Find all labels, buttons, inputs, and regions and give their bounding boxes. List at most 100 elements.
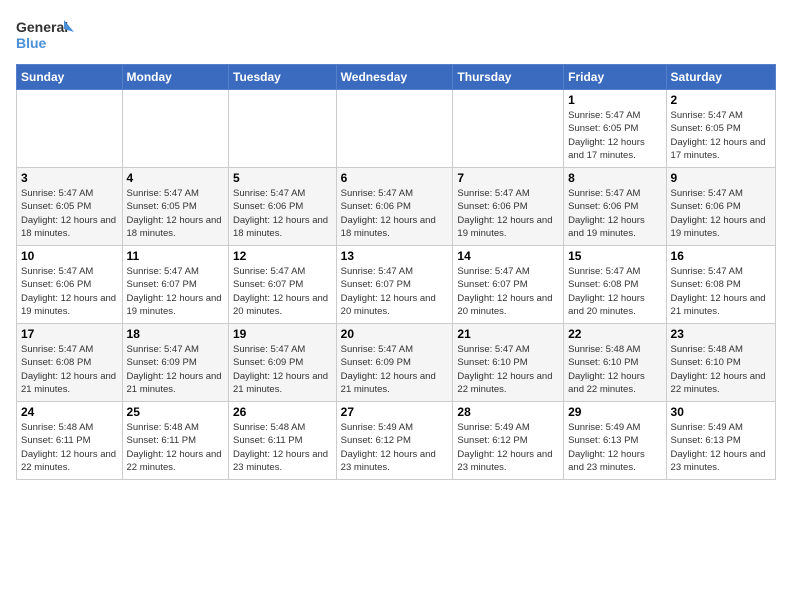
day-info: Sunrise: 5:47 AM Sunset: 6:08 PM Dayligh… [21,343,118,396]
day-number: 8 [568,171,661,185]
weekday-header-wednesday: Wednesday [336,65,453,90]
weekday-header-saturday: Saturday [666,65,775,90]
day-number: 9 [671,171,771,185]
calendar-cell: 21 Sunrise: 5:47 AM Sunset: 6:10 PM Dayli… [453,324,564,402]
calendar-cell: 17 Sunrise: 5:47 AM Sunset: 6:08 PM Dayli… [17,324,123,402]
day-info: Sunrise: 5:47 AM Sunset: 6:06 PM Dayligh… [671,187,771,240]
calendar-cell: 18 Sunrise: 5:47 AM Sunset: 6:09 PM Dayli… [122,324,228,402]
calendar-table: SundayMondayTuesdayWednesdayThursdayFrid… [16,64,776,480]
day-number: 27 [341,405,449,419]
svg-text:General: General [16,19,68,35]
day-info: Sunrise: 5:47 AM Sunset: 6:06 PM Dayligh… [233,187,332,240]
day-info: Sunrise: 5:49 AM Sunset: 6:13 PM Dayligh… [568,421,661,474]
day-number: 16 [671,249,771,263]
calendar-cell: 11 Sunrise: 5:47 AM Sunset: 6:07 PM Dayli… [122,246,228,324]
calendar-cell: 10Sunrise: 5:47 AM Sunset: 6:06 PM Dayli… [17,246,123,324]
day-info: Sunrise: 5:48 AM Sunset: 6:10 PM Dayligh… [671,343,771,396]
logo: GeneralBlue [16,16,76,52]
calendar-cell: 2Sunrise: 5:47 AM Sunset: 6:05 PM Daylig… [666,90,775,168]
day-number: 25 [127,405,224,419]
day-number: 10 [21,249,118,263]
day-number: 5 [233,171,332,185]
calendar-cell: 8 Sunrise: 5:47 AM Sunset: 6:06 PM Daylig… [564,168,666,246]
day-info: Sunrise: 5:48 AM Sunset: 6:11 PM Dayligh… [233,421,332,474]
day-number: 20 [341,327,449,341]
weekday-header-tuesday: Tuesday [229,65,337,90]
day-number: 13 [341,249,449,263]
day-info: Sunrise: 5:48 AM Sunset: 6:11 PM Dayligh… [21,421,118,474]
calendar-cell: 28 Sunrise: 5:49 AM Sunset: 6:12 PM Dayli… [453,402,564,480]
calendar-cell [17,90,123,168]
day-info: Sunrise: 5:47 AM Sunset: 6:05 PM Dayligh… [21,187,118,240]
calendar-cell [336,90,453,168]
calendar-cell: 24 Sunrise: 5:48 AM Sunset: 6:11 PM Dayli… [17,402,123,480]
header: GeneralBlue [16,16,776,52]
day-number: 15 [568,249,661,263]
day-number: 6 [341,171,449,185]
day-number: 30 [671,405,771,419]
logo-svg: GeneralBlue [16,16,76,52]
calendar-cell: 14Sunrise: 5:47 AM Sunset: 6:07 PM Dayli… [453,246,564,324]
day-number: 26 [233,405,332,419]
day-info: Sunrise: 5:47 AM Sunset: 6:06 PM Dayligh… [568,187,661,240]
calendar-cell: 9 Sunrise: 5:47 AM Sunset: 6:06 PM Daylig… [666,168,775,246]
weekday-header-sunday: Sunday [17,65,123,90]
calendar-week-row: 1Sunrise: 5:47 AM Sunset: 6:05 PM Daylig… [17,90,776,168]
day-number: 18 [127,327,224,341]
calendar-cell: 19 Sunrise: 5:47 AM Sunset: 6:09 PM Dayli… [229,324,337,402]
calendar-cell: 13Sunrise: 5:47 AM Sunset: 6:07 PM Dayli… [336,246,453,324]
day-info: Sunrise: 5:47 AM Sunset: 6:08 PM Dayligh… [568,265,661,318]
day-number: 19 [233,327,332,341]
calendar-cell: 4 Sunrise: 5:47 AM Sunset: 6:05 PM Daylig… [122,168,228,246]
calendar-cell: 27Sunrise: 5:49 AM Sunset: 6:12 PM Dayli… [336,402,453,480]
day-number: 29 [568,405,661,419]
day-number: 22 [568,327,661,341]
calendar-header-row: SundayMondayTuesdayWednesdayThursdayFrid… [17,65,776,90]
day-info: Sunrise: 5:47 AM Sunset: 6:09 PM Dayligh… [341,343,449,396]
calendar-cell: 22Sunrise: 5:48 AM Sunset: 6:10 PM Dayli… [564,324,666,402]
calendar-cell: 29 Sunrise: 5:49 AM Sunset: 6:13 PM Dayli… [564,402,666,480]
calendar-week-row: 3 Sunrise: 5:47 AM Sunset: 6:05 PM Daylig… [17,168,776,246]
day-number: 24 [21,405,118,419]
calendar-cell: 1Sunrise: 5:47 AM Sunset: 6:05 PM Daylig… [564,90,666,168]
day-number: 2 [671,93,771,107]
day-number: 28 [457,405,559,419]
calendar-cell [229,90,337,168]
svg-text:Blue: Blue [16,35,47,51]
day-info: Sunrise: 5:47 AM Sunset: 6:09 PM Dayligh… [233,343,332,396]
weekday-header-friday: Friday [564,65,666,90]
day-info: Sunrise: 5:47 AM Sunset: 6:07 PM Dayligh… [127,265,224,318]
day-info: Sunrise: 5:49 AM Sunset: 6:12 PM Dayligh… [457,421,559,474]
day-info: Sunrise: 5:49 AM Sunset: 6:13 PM Dayligh… [671,421,771,474]
calendar-cell [122,90,228,168]
day-info: Sunrise: 5:47 AM Sunset: 6:09 PM Dayligh… [127,343,224,396]
calendar-cell [453,90,564,168]
day-info: Sunrise: 5:47 AM Sunset: 6:07 PM Dayligh… [233,265,332,318]
day-info: Sunrise: 5:48 AM Sunset: 6:11 PM Dayligh… [127,421,224,474]
day-info: Sunrise: 5:47 AM Sunset: 6:06 PM Dayligh… [341,187,449,240]
calendar-cell: 6 Sunrise: 5:47 AM Sunset: 6:06 PM Daylig… [336,168,453,246]
day-number: 3 [21,171,118,185]
day-info: Sunrise: 5:47 AM Sunset: 6:05 PM Dayligh… [127,187,224,240]
calendar-cell: 20 Sunrise: 5:47 AM Sunset: 6:09 PM Dayli… [336,324,453,402]
day-number: 23 [671,327,771,341]
day-number: 11 [127,249,224,263]
calendar-cell: 15 Sunrise: 5:47 AM Sunset: 6:08 PM Dayli… [564,246,666,324]
calendar-week-row: 10Sunrise: 5:47 AM Sunset: 6:06 PM Dayli… [17,246,776,324]
day-number: 17 [21,327,118,341]
calendar-cell: 16Sunrise: 5:47 AM Sunset: 6:08 PM Dayli… [666,246,775,324]
day-info: Sunrise: 5:47 AM Sunset: 6:07 PM Dayligh… [457,265,559,318]
weekday-header-thursday: Thursday [453,65,564,90]
day-number: 4 [127,171,224,185]
calendar-week-row: 24 Sunrise: 5:48 AM Sunset: 6:11 PM Dayli… [17,402,776,480]
calendar-week-row: 17 Sunrise: 5:47 AM Sunset: 6:08 PM Dayli… [17,324,776,402]
calendar-cell: 25 Sunrise: 5:48 AM Sunset: 6:11 PM Dayli… [122,402,228,480]
calendar-cell: 23 Sunrise: 5:48 AM Sunset: 6:10 PM Dayli… [666,324,775,402]
day-number: 7 [457,171,559,185]
day-info: Sunrise: 5:47 AM Sunset: 6:10 PM Dayligh… [457,343,559,396]
calendar-cell: 26 Sunrise: 5:48 AM Sunset: 6:11 PM Dayli… [229,402,337,480]
day-info: Sunrise: 5:47 AM Sunset: 6:06 PM Dayligh… [457,187,559,240]
calendar-cell: 5 Sunrise: 5:47 AM Sunset: 6:06 PM Daylig… [229,168,337,246]
day-number: 21 [457,327,559,341]
calendar-cell: 12Sunrise: 5:47 AM Sunset: 6:07 PM Dayli… [229,246,337,324]
